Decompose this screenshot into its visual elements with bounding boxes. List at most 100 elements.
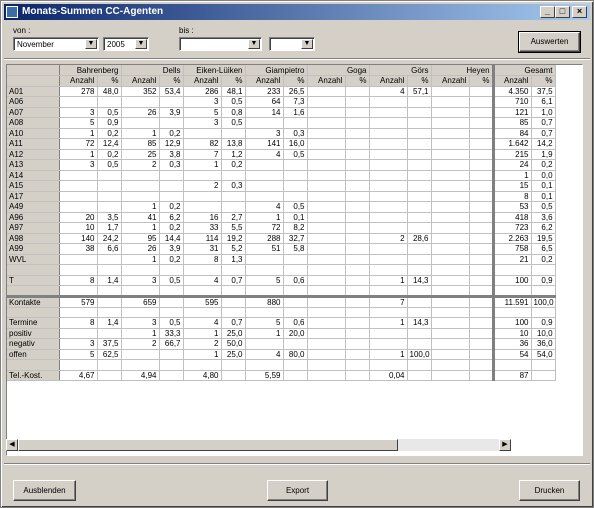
percent-cell [469,138,495,150]
title-bar[interactable]: Monats-Summen CC-Agenten _ □ × [4,4,590,20]
percent-cell [469,349,495,360]
agent-header: Giampietro [245,65,308,76]
percent-cell [345,317,370,329]
count-cell [307,264,346,276]
percent-cell [345,86,370,97]
percent-cell [407,296,432,308]
percent-cell [283,338,308,350]
percent-cell: 0,5 [97,107,122,118]
row-label [7,359,60,371]
percent-cell [469,191,495,202]
count-cell [59,254,98,265]
percent-cell [97,328,122,339]
anzahl-header: Anzahl [183,75,222,87]
anzahl-header: Anzahl [431,75,470,87]
count-cell: 85 [121,138,160,150]
auswerten-button[interactable]: Auswerten [518,31,581,53]
agent-header: Bahrenberg [59,65,122,76]
count-cell: 51 [245,243,284,255]
von-month-select[interactable]: November ▼ [13,37,99,51]
count-cell: 3 [121,275,160,286]
count-cell [369,191,408,202]
percent-cell [345,180,370,192]
count-cell [121,264,160,276]
percent-cell [469,128,495,139]
scroll-right-icon[interactable]: ▶ [499,439,511,451]
count-cell [307,159,346,171]
row-label [7,264,60,276]
percent-cell [345,191,370,202]
chevron-down-icon[interactable]: ▼ [85,39,97,49]
count-cell [431,296,470,308]
count-cell: 579 [59,296,98,308]
percent-cell [345,170,370,181]
chevron-down-icon[interactable]: ▼ [135,39,147,49]
percent-cell [407,159,432,171]
percent-cell: 0,3 [283,128,308,139]
count-cell: 8 [183,254,222,265]
percent-cell [221,296,246,308]
count-cell [369,180,408,192]
count-cell [431,117,470,129]
bis-year-select[interactable]: ▼ [269,37,315,51]
percent-cell [407,338,432,350]
total-percent-cell [531,359,556,371]
chevron-down-icon[interactable]: ▼ [248,39,260,49]
bis-month-select[interactable]: ▼ [179,37,262,51]
table-row: T 8 1,4 3 0,5 4 0,7 5 0,6 1 14,3 100 0,9 [7,275,556,286]
total-percent-cell: 0,5 [531,201,556,213]
total-count-cell: 1.642 [493,138,532,150]
header-row: Bahrenberg Dells Eiken-Lüiken Giampietro Gog… [7,65,556,76]
count-cell: 1 [121,222,160,234]
count-cell: 5 [183,107,222,118]
percent-cell: 5,5 [221,222,246,234]
percent-cell [345,285,370,298]
percent-cell: 3,9 [159,243,184,255]
percent-cell [407,359,432,371]
anzahl-header: Anzahl [369,75,408,87]
count-cell [245,307,284,318]
count-cell: 95 [121,233,160,244]
results-grid[interactable]: Bahrenberg Dells Eiken-Lüiken Giampietro Gog… [6,64,583,456]
anzahl-header: Anzahl [493,75,532,87]
export-button[interactable]: Export [267,480,328,501]
count-cell [59,307,98,318]
percent-cell [97,191,122,202]
total-count-cell: 121 [493,107,532,118]
percent-cell [159,264,184,276]
table-row: A12 1 0,2 25 3,8 7 1,2 4 0,5 215 1,9 [7,149,556,160]
percent-cell [345,307,370,318]
percent-cell [345,107,370,118]
percent-cell [159,285,184,298]
ausblenden-button[interactable]: Ausblenden [13,480,76,501]
percent-header: % [221,75,246,87]
percent-cell [407,307,432,318]
drucken-button[interactable]: Drucken [519,480,580,501]
count-cell: 5 [59,349,98,360]
close-button[interactable]: × [572,6,587,18]
scroll-left-icon[interactable]: ◀ [6,439,18,451]
percent-cell: 0,2 [97,149,122,160]
count-cell [307,222,346,234]
total-percent-cell: 10,0 [531,328,556,339]
percent-cell [469,370,495,381]
chevron-down-icon[interactable]: ▼ [301,39,313,49]
horizontal-scrollbar[interactable]: ◀ ▶ [6,439,511,451]
percent-cell: 50,0 [221,338,246,350]
minimize-button[interactable]: _ [540,6,555,18]
anzahl-header: Anzahl [59,75,98,87]
scroll-thumb[interactable] [18,439,398,451]
count-cell [431,212,470,223]
von-year-select[interactable]: 2005 ▼ [103,37,149,51]
anzahl-header: Anzahl [121,75,160,87]
count-cell [183,359,222,371]
percent-cell: 25,0 [221,328,246,339]
percent-cell [345,328,370,339]
percent-cell [345,370,370,381]
maximize-button[interactable]: □ [555,6,570,18]
count-cell [307,86,346,97]
count-cell [307,201,346,213]
total-count-cell: 100 [493,317,532,329]
table-row: A10 1 0,2 1 0,2 3 0,3 84 0,7 [7,128,556,139]
count-cell: 233 [245,86,284,97]
